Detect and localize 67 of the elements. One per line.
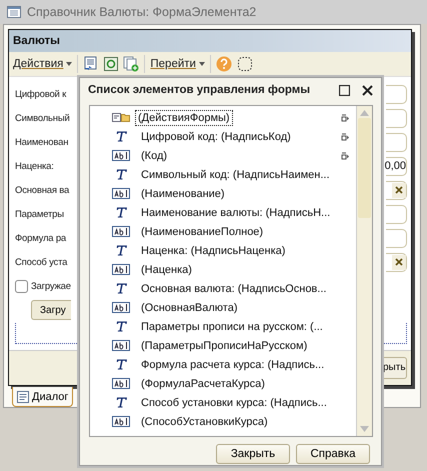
text-field-icon xyxy=(112,378,130,389)
input-field[interactable] xyxy=(386,108,407,128)
list-item[interactable]: (ПараметрыПрописиНаРусском) xyxy=(138,338,310,354)
text-field-icon xyxy=(112,340,130,351)
input-field[interactable] xyxy=(386,228,407,248)
tab[interactable]: Диалог xyxy=(12,387,74,407)
list-item[interactable]: (Наименование) xyxy=(138,186,228,202)
window-title: Справочник Валюты: ФормаЭлемента2 xyxy=(27,5,256,19)
group-icon xyxy=(112,113,130,122)
help-icon[interactable] xyxy=(216,56,232,72)
list-item[interactable]: (Наценка) xyxy=(138,262,195,278)
caret-icon[interactable] xyxy=(198,62,205,66)
field-label: Наценка: xyxy=(15,160,54,172)
text-field-icon xyxy=(112,264,130,275)
field-label: Параметры xyxy=(15,208,64,220)
checkbox-label: Загружае xyxy=(31,280,71,292)
list-item[interactable]: Цифровой код: (НадписьКод) xyxy=(138,128,294,144)
list-item[interactable]: (НаименованиеПолное) xyxy=(138,224,266,240)
maximize-icon[interactable] xyxy=(339,84,350,96)
list-item[interactable]: Символьный код: (НадписьНаимен... xyxy=(138,166,333,182)
form-title: Валюты xyxy=(9,30,411,52)
dialog-button[interactable]: Справка xyxy=(296,444,370,464)
input-field[interactable] xyxy=(386,252,407,272)
copy-add-icon[interactable] xyxy=(123,56,140,72)
input-field[interactable] xyxy=(386,180,407,200)
scrollbar[interactable] xyxy=(356,106,372,436)
menu-button[interactable]: Действия xyxy=(13,58,72,70)
text-field-icon xyxy=(112,302,130,313)
input-field[interactable] xyxy=(386,204,407,224)
field-label: Основная ва xyxy=(15,184,70,196)
menu-button[interactable]: Перейти xyxy=(150,58,205,70)
field-label: Цифровой к xyxy=(15,88,66,100)
close-icon[interactable] xyxy=(362,84,373,96)
text-field-icon xyxy=(112,150,130,161)
dialog-button[interactable]: Закрыть xyxy=(216,444,290,464)
clear-icon[interactable] xyxy=(395,186,403,194)
field-label: Символьный xyxy=(15,112,70,124)
text-field-icon xyxy=(112,226,130,237)
field-label: Формула ра xyxy=(15,232,66,244)
list-item[interactable]: (ДействияФормы) xyxy=(135,110,233,126)
list-item[interactable]: Параметры прописи на русском: (... xyxy=(138,318,326,334)
list-item[interactable]: (Код) xyxy=(138,148,170,164)
list-item[interactable]: (ОсновнаяВалюта) xyxy=(138,300,240,316)
list-item[interactable]: Способ установки курса: (Надпись... xyxy=(138,394,330,410)
text-field-icon xyxy=(112,188,130,199)
input-field[interactable]: 0,00 xyxy=(386,156,407,176)
list-item[interactable]: (ФормулаРасчетаКурса) xyxy=(138,376,268,392)
list-item[interactable]: Наименование валюты: (НадписьН... xyxy=(138,204,334,220)
list-item[interactable]: Формула расчета курса: (Надпись... xyxy=(138,356,328,372)
form-icon xyxy=(17,390,29,402)
input-field[interactable] xyxy=(386,132,407,152)
dotted-frame-icon[interactable] xyxy=(236,56,253,72)
form-icon xyxy=(7,6,21,18)
scroll-thumb[interactable] xyxy=(358,118,371,218)
clear-icon[interactable] xyxy=(395,258,403,266)
list-item[interactable]: (СпособУстановкиКурса) xyxy=(138,414,271,430)
text-field-icon xyxy=(112,416,130,427)
list-item[interactable]: Основная валюта: (НадписьОснов... xyxy=(138,280,330,296)
field-label: Наименован xyxy=(15,136,68,148)
load-button[interactable]: Загру xyxy=(31,300,71,320)
checkbox[interactable] xyxy=(15,280,28,292)
dialog-title: Список элементов управления формы xyxy=(88,84,310,96)
list-item[interactable]: Наценка: (НадписьНаценка) xyxy=(138,242,288,258)
field-label: Способ уста xyxy=(15,256,68,268)
caret-icon[interactable] xyxy=(66,62,72,66)
input-field[interactable] xyxy=(386,84,407,104)
refresh-icon[interactable] xyxy=(104,57,118,71)
